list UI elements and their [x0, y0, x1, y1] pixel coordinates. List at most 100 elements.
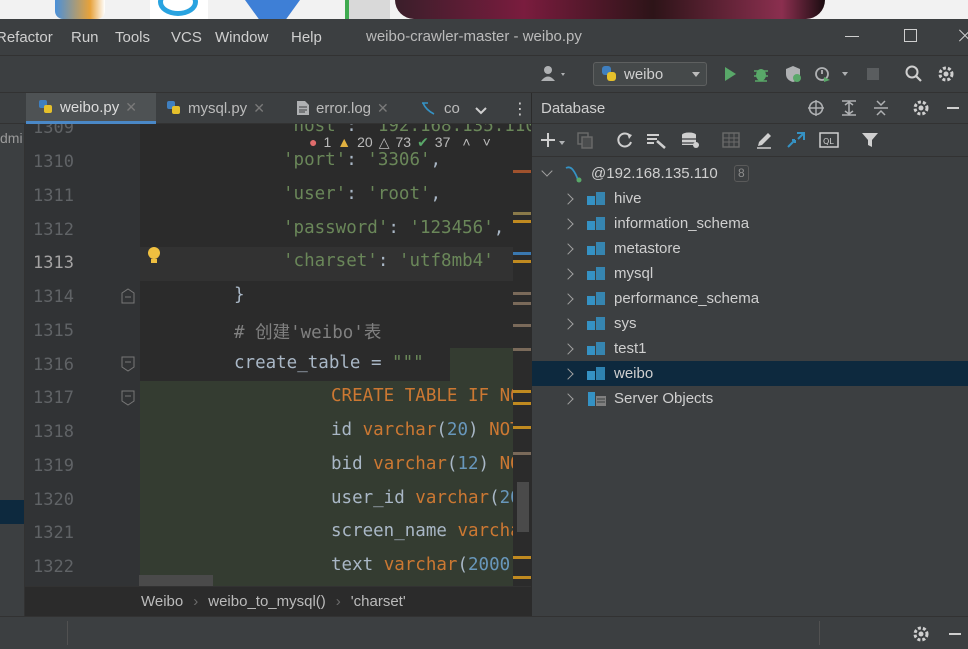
chevron-down-icon[interactable]: ˅ — [483, 134, 491, 150]
tree-schema[interactable]: information_schema — [532, 211, 968, 236]
menu-tools[interactable]: Tools — [115, 29, 150, 46]
tree-schema[interactable]: hive — [532, 186, 968, 211]
status-hide-button[interactable] — [946, 625, 964, 647]
breadcrumb-item[interactable]: weibo_to_mysql() — [208, 593, 326, 610]
stripe-mark[interactable] — [513, 220, 531, 223]
tree-schema-selected[interactable]: weibo — [532, 361, 968, 386]
chevron-up-icon[interactable]: ˄ — [462, 134, 470, 150]
collapse-all-button[interactable] — [870, 97, 892, 119]
horizontal-scrollbar[interactable] — [139, 575, 213, 586]
locate-button[interactable] — [805, 97, 827, 119]
add-datasource-button[interactable] — [540, 129, 568, 151]
chevron-right-icon[interactable] — [562, 293, 574, 305]
stripe-mark[interactable] — [513, 292, 531, 295]
tab-console[interactable]: co — [420, 93, 466, 123]
minimize-button[interactable] — [843, 25, 863, 47]
fold-marker-icon[interactable] — [121, 390, 135, 406]
profile-button[interactable] — [812, 62, 852, 86]
fold-marker-icon[interactable] — [121, 288, 135, 304]
menu-window[interactable]: Window — [215, 29, 268, 46]
stripe-mark[interactable] — [513, 390, 531, 393]
refresh-button[interactable] — [614, 129, 636, 151]
close-icon[interactable]: ✕ — [253, 100, 265, 117]
run-button[interactable] — [719, 62, 741, 86]
more-options-button[interactable]: ⋮ — [512, 99, 528, 119]
desktop-app-icon[interactable] — [345, 0, 390, 19]
menu-run[interactable]: Run — [71, 29, 99, 46]
chevron-right-icon[interactable] — [562, 243, 574, 255]
copy-button[interactable] — [574, 129, 596, 151]
tree-server-objects[interactable]: Server Objects — [532, 386, 968, 411]
status-settings-button[interactable] — [912, 625, 930, 647]
lightbulb-icon[interactable] — [147, 246, 161, 266]
tree-connection[interactable]: @192.168.135.110 8 — [532, 161, 968, 186]
chevron-right-icon[interactable] — [562, 318, 574, 330]
tree-schema[interactable]: metastore — [532, 236, 968, 261]
stripe-mark[interactable] — [513, 402, 531, 405]
chevron-down-icon[interactable] — [541, 165, 553, 177]
table-view-button[interactable] — [720, 129, 742, 151]
stripe-mark[interactable] — [513, 426, 531, 429]
stripe-mark[interactable] — [513, 252, 531, 255]
close-window-button[interactable] — [955, 25, 968, 47]
breadcrumb-item[interactable]: Weibo — [141, 593, 183, 610]
close-icon[interactable]: ✕ — [377, 100, 389, 117]
tab-mysql-py[interactable]: mysql.py ✕ — [166, 93, 284, 123]
stripe-mark[interactable] — [513, 576, 531, 579]
stripe-mark[interactable] — [513, 348, 531, 351]
chevron-right-icon[interactable] — [562, 193, 574, 205]
code-editor[interactable]: 1309 1310 1311 1312 1313 1314 1315 1316 … — [25, 124, 531, 586]
hide-panel-button[interactable] — [942, 97, 964, 119]
desktop-app-icon[interactable] — [245, 0, 300, 19]
desktop-app-icon[interactable] — [55, 0, 105, 19]
maximize-button[interactable] — [902, 25, 922, 47]
settings-button[interactable] — [935, 62, 957, 86]
user-menu-button[interactable] — [536, 62, 572, 86]
close-icon[interactable]: ✕ — [125, 99, 137, 116]
debug-button[interactable] — [750, 62, 772, 86]
menu-vcs[interactable]: VCS — [171, 29, 202, 46]
tree-schema[interactable]: performance_schema — [532, 286, 968, 311]
chevron-right-icon[interactable] — [562, 218, 574, 230]
tree-schema[interactable]: test1 — [532, 336, 968, 361]
selected-tree-row[interactable] — [0, 500, 24, 524]
svg-text:QL: QL — [823, 137, 834, 146]
panel-settings-button[interactable] — [910, 97, 932, 119]
datasource-properties-button[interactable] — [679, 129, 701, 151]
edit-button[interactable] — [753, 129, 775, 151]
scrollbar-thumb[interactable] — [517, 482, 529, 532]
stripe-mark[interactable] — [513, 260, 531, 263]
chevron-right-icon[interactable] — [562, 343, 574, 355]
expand-all-button[interactable] — [838, 97, 860, 119]
error-stripe[interactable] — [513, 152, 531, 586]
coverage-button[interactable] — [782, 62, 804, 86]
tab-overflow-button[interactable] — [474, 103, 488, 120]
schema-sync-button[interactable] — [645, 129, 667, 151]
inspection-widget[interactable]: ● 1 ▲ 20 △ 73 ✔ 37 ˄ ˅ — [305, 132, 495, 152]
schema-label: sys — [614, 315, 637, 332]
fold-marker-icon[interactable] — [121, 356, 135, 372]
chevron-right-icon[interactable] — [562, 393, 574, 405]
stripe-mark[interactable] — [513, 170, 531, 173]
stripe-mark[interactable] — [513, 452, 531, 455]
tree-schema[interactable]: mysql — [532, 261, 968, 286]
stripe-mark[interactable] — [513, 556, 531, 559]
chevron-right-icon[interactable] — [562, 368, 574, 380]
query-console-button[interactable]: QL — [818, 129, 840, 151]
tab-error-log[interactable]: error.log ✕ — [296, 93, 410, 123]
stop-button[interactable] — [862, 62, 884, 86]
chevron-right-icon[interactable] — [562, 268, 574, 280]
stripe-mark[interactable] — [513, 302, 531, 305]
jump-to-source-button[interactable] — [785, 129, 807, 151]
menu-help[interactable]: Help — [291, 29, 322, 46]
tab-weibo-py[interactable]: weibo.py ✕ — [26, 93, 156, 124]
tree-schema[interactable]: sys — [532, 311, 968, 336]
menu-refactor[interactable]: Refactor — [0, 29, 53, 46]
breadcrumb-item[interactable]: 'charset' — [351, 593, 406, 610]
stripe-mark[interactable] — [513, 324, 531, 327]
desktop-app-icon[interactable] — [150, 0, 208, 19]
search-everywhere-button[interactable] — [903, 62, 925, 86]
run-configuration-select[interactable]: weibo — [593, 62, 707, 86]
stripe-mark[interactable] — [513, 212, 531, 215]
filter-button[interactable] — [859, 129, 881, 151]
